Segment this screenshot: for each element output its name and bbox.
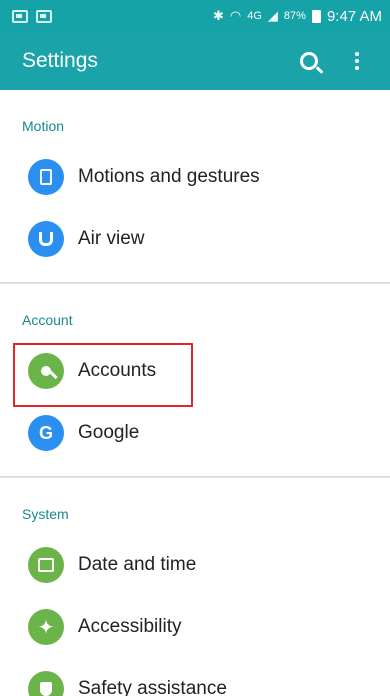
notification-icons [12, 9, 52, 23]
section-header-account: Account [22, 312, 73, 328]
screenshot-notification-icon [36, 9, 52, 23]
safety-icon [28, 671, 64, 696]
signal-icon: ◢ [267, 8, 278, 23]
settings-item-google[interactable]: G Google [0, 402, 390, 464]
status-bar: ✱ ◠ 4G ◢ 87% 9:47 AM [0, 0, 390, 32]
settings-item-safety-assistance[interactable]: Safety assistance [0, 658, 390, 696]
search-icon [300, 52, 318, 70]
item-label: Air view [78, 228, 145, 249]
section-motion: Motion Motions and gestures Air view [0, 90, 390, 283]
item-label: Google [78, 422, 140, 443]
key-icon [28, 353, 64, 389]
bluetooth-icon: ✱ [212, 8, 224, 23]
page-title: Settings [22, 49, 98, 72]
settings-screen: ✱ ◠ 4G ◢ 87% 9:47 AM Settings Motion Mot… [0, 0, 390, 696]
settings-item-accessibility[interactable]: ✦ Accessibility [0, 596, 390, 658]
clock: 9:47 AM [326, 7, 382, 25]
item-label: Safety assistance [78, 678, 227, 696]
settings-item-accounts[interactable]: Accounts [0, 340, 390, 402]
section-system: System Date and time ✦ Accessibility Saf… [0, 477, 390, 696]
item-label: Accounts [78, 360, 157, 381]
more-options-button[interactable] [340, 44, 374, 78]
wifi-icon: ◠ [229, 8, 242, 23]
settings-item-motions-gestures[interactable]: Motions and gestures [0, 146, 390, 208]
network-type: 4G [247, 10, 262, 22]
settings-item-date-time[interactable]: Date and time [0, 534, 390, 596]
accessibility-icon: ✦ [28, 609, 64, 645]
battery-icon [311, 9, 321, 23]
screenshot-notification-icon [12, 9, 28, 23]
calendar-icon [28, 547, 64, 583]
overflow-menu-icon [355, 52, 359, 70]
section-header-motion: Motion [22, 118, 65, 134]
motion-gestures-icon [28, 159, 64, 195]
app-toolbar: Settings [0, 32, 390, 90]
section-account: Account Accounts G Google [0, 283, 390, 477]
settings-item-air-view[interactable]: Air view [0, 208, 390, 270]
item-label: Date and time [78, 554, 197, 575]
search-button[interactable] [292, 44, 326, 78]
battery-percent: 87% [283, 10, 306, 22]
air-view-icon [28, 221, 64, 257]
status-right: ✱ ◠ 4G ◢ 87% 9:47 AM [213, 8, 382, 25]
section-header-system: System [22, 506, 69, 522]
google-icon: G [28, 415, 64, 451]
item-label: Accessibility [78, 616, 182, 637]
item-label: Motions and gestures [78, 166, 260, 187]
